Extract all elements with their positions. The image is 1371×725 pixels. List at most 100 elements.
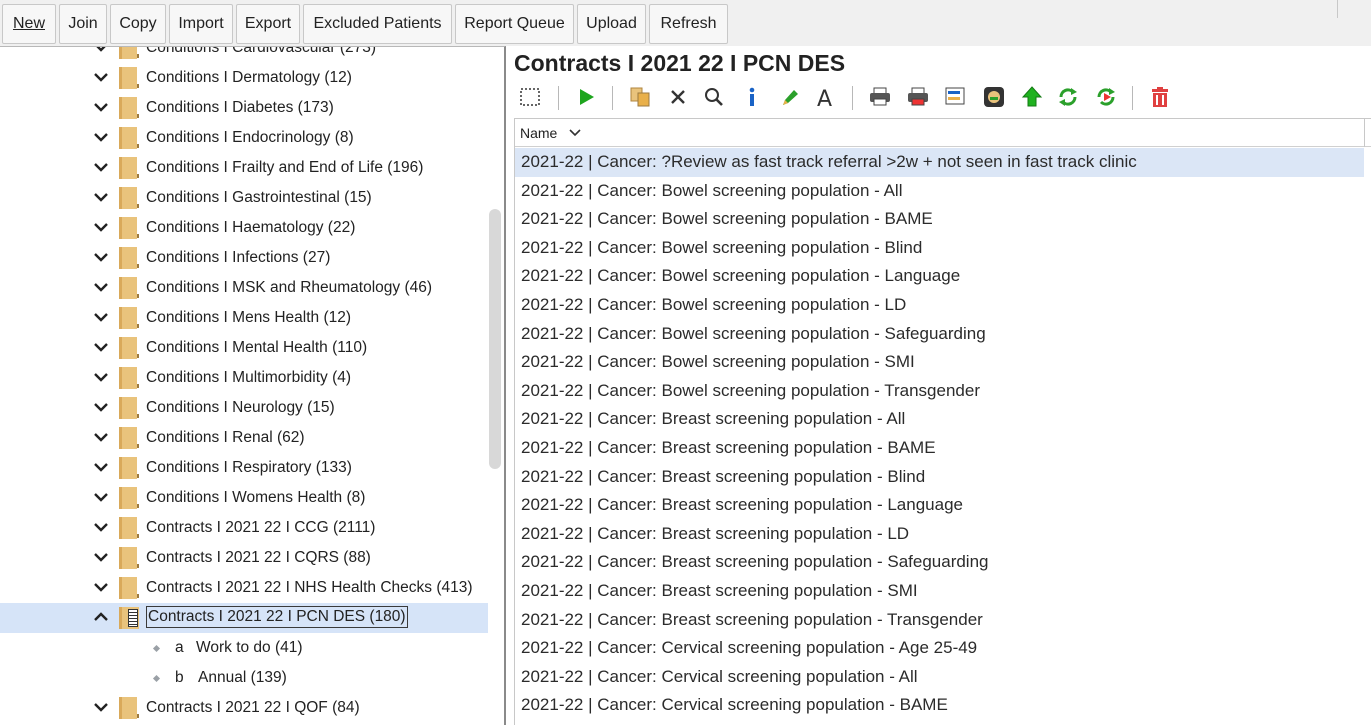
table-row[interactable]: 2021-22 | Cancer: Bowel screening popula… xyxy=(515,291,1364,320)
table-row[interactable]: 2021-22 | Cancer: Breast screening popul… xyxy=(515,548,1364,577)
table-row[interactable]: 2021-22 | Cancer: Bowel screening popula… xyxy=(515,320,1364,349)
chevron-down-icon[interactable] xyxy=(92,308,110,326)
trash-icon[interactable] xyxy=(1148,85,1172,109)
chevron-down-icon[interactable] xyxy=(92,278,110,296)
chevron-up-icon[interactable] xyxy=(92,608,110,626)
font-icon[interactable]: A xyxy=(814,85,838,109)
excluded-patients-button[interactable]: Excluded Patients xyxy=(303,4,452,44)
join-button[interactable]: Join xyxy=(59,4,107,44)
tree-item[interactable]: Conditions I Mental Health (110) xyxy=(0,333,488,363)
chevron-down-icon[interactable] xyxy=(92,548,110,566)
report-queue-button[interactable]: Report Queue xyxy=(455,4,574,44)
chevron-down-icon[interactable] xyxy=(92,68,110,86)
delete-icon[interactable] xyxy=(666,85,690,109)
tree-item[interactable]: Contracts I 2021 22 I PCN DES (180) xyxy=(0,603,488,633)
table-row[interactable]: 2021-22 | Cancer: Cervical screening pop… xyxy=(515,720,1364,725)
table-row[interactable]: 2021-22 | Cancer: Bowel screening popula… xyxy=(515,205,1364,234)
tree-item[interactable]: Conditions I Renal (62) xyxy=(0,423,488,453)
table-row[interactable]: 2021-22 | Cancer: Breast screening popul… xyxy=(515,434,1364,463)
copy-button[interactable]: Copy xyxy=(110,4,166,44)
tree-item[interactable]: Contracts I 2021 22 I CCG (2111) xyxy=(0,513,488,543)
tree-item[interactable]: Conditions I Gastrointestinal (15) xyxy=(0,183,488,213)
refresh-run-icon[interactable] xyxy=(1094,85,1118,109)
tree-item[interactable]: Conditions I Mens Health (12) xyxy=(0,303,488,333)
tree-item[interactable]: Conditions I Multimorbidity (4) xyxy=(0,363,488,393)
import-button[interactable]: Import xyxy=(169,4,233,44)
chevron-down-icon[interactable] xyxy=(92,398,110,416)
info-icon[interactable] xyxy=(740,85,764,109)
chevron-down-icon[interactable] xyxy=(92,128,110,146)
print-icon[interactable] xyxy=(868,85,892,109)
tree-item[interactable]: Conditions I Respiratory (133) xyxy=(0,453,488,483)
chevron-down-icon[interactable] xyxy=(92,338,110,356)
edit-icon[interactable] xyxy=(778,85,802,109)
upload-button[interactable]: Upload xyxy=(577,4,646,44)
name-column-header[interactable]: Name xyxy=(520,125,557,141)
upload-icon[interactable] xyxy=(1020,85,1044,109)
table-row[interactable]: 2021-22 | Cancer: Bowel screening popula… xyxy=(515,262,1364,291)
table-row[interactable]: 2021-22 | Cancer: Breast screening popul… xyxy=(515,577,1364,606)
chevron-down-icon[interactable] xyxy=(92,46,110,56)
tree-item[interactable]: Conditions I Cardiovascular (273) xyxy=(0,46,488,63)
table-row[interactable]: 2021-22 | Cancer: Breast screening popul… xyxy=(515,463,1364,492)
chevron-down-icon[interactable] xyxy=(92,368,110,386)
tree-item[interactable]: Contracts I 2021 22 I CQRS (88) xyxy=(0,543,488,573)
folder-icon xyxy=(119,517,139,539)
table-row[interactable]: 2021-22 | Cancer: Breast screening popul… xyxy=(515,606,1364,635)
tree-item[interactable]: Contracts I 2021 22 I NHS Health Checks … xyxy=(0,573,488,603)
table-row[interactable]: 2021-22 | Cancer: Bowel screening popula… xyxy=(515,377,1364,406)
tree-item-label: Contracts I 2021 22 I PCN DES (180) xyxy=(146,606,408,628)
run-icon[interactable] xyxy=(574,85,598,109)
chevron-down-icon[interactable] xyxy=(92,428,110,446)
chevron-down-icon[interactable] xyxy=(92,188,110,206)
tree-item[interactable]: Conditions I Diabetes (173) xyxy=(0,93,488,123)
tree-item[interactable]: Conditions I Frailty and End of Life (19… xyxy=(0,153,488,183)
tree-scrollbar[interactable] xyxy=(489,209,501,469)
report-name: 2021-22 | Cancer: Bowel screening popula… xyxy=(521,323,986,343)
chevron-down-icon[interactable] xyxy=(92,158,110,176)
tree-item[interactable]: Conditions I Infections (27) xyxy=(0,243,488,273)
copy-report-icon[interactable] xyxy=(628,85,652,109)
tree-item-label: Conditions I Endocrinology (8) xyxy=(146,129,354,146)
select-icon[interactable] xyxy=(518,85,542,109)
table-row[interactable]: 2021-22 | Cancer: Cervical screening pop… xyxy=(515,691,1364,720)
table-row[interactable]: 2021-22 | Cancer: Breast screening popul… xyxy=(515,491,1364,520)
refresh-icon[interactable] xyxy=(1056,85,1080,109)
tree-subitem[interactable]: b Annual (139) xyxy=(0,663,488,693)
sort-chevron-icon[interactable] xyxy=(568,127,582,139)
chevron-down-icon[interactable] xyxy=(92,458,110,476)
tree-item[interactable]: Conditions I Neurology (15) xyxy=(0,393,488,423)
tree-item[interactable]: Contracts I 2021 22 I QOF (84) xyxy=(0,693,488,723)
table-row[interactable]: 2021-22 | Cancer: Breast screening popul… xyxy=(515,405,1364,434)
column-divider[interactable] xyxy=(1364,119,1365,147)
chevron-down-icon[interactable] xyxy=(92,98,110,116)
chevron-down-icon[interactable] xyxy=(92,488,110,506)
table-row[interactable]: 2021-22 | Cancer: Cervical screening pop… xyxy=(515,634,1364,663)
chevron-down-icon[interactable] xyxy=(92,248,110,266)
table-row[interactable]: 2021-22 | Cancer: Bowel screening popula… xyxy=(515,348,1364,377)
tree-item[interactable]: Conditions I MSK and Rheumatology (46) xyxy=(0,273,488,303)
export-icon[interactable] xyxy=(944,85,968,109)
tree-item[interactable]: Conditions I Womens Health (8) xyxy=(0,483,488,513)
print-color-icon[interactable] xyxy=(906,85,930,109)
tree-subitem[interactable]: a Work to do (41) xyxy=(0,633,488,663)
export-button[interactable]: Export xyxy=(236,4,300,44)
table-row[interactable]: 2021-22 | Cancer: Breast screening popul… xyxy=(515,520,1364,549)
table-row[interactable]: 2021-22 | Cancer: Bowel screening popula… xyxy=(515,177,1364,206)
chevron-down-icon[interactable] xyxy=(92,518,110,536)
table-row[interactable]: 2021-22 | Cancer: Cervical screening pop… xyxy=(515,663,1364,692)
tree-item[interactable]: Conditions I Endocrinology (8) xyxy=(0,123,488,153)
tree-item[interactable]: Conditions I Dermatology (12) xyxy=(0,63,488,93)
chevron-down-icon[interactable] xyxy=(92,578,110,596)
search-icon[interactable] xyxy=(702,85,726,109)
table-row[interactable]: 2021-22 | Cancer: ?Review as fast track … xyxy=(515,148,1364,177)
tree-item-label: Conditions I Respiratory (133) xyxy=(146,459,352,476)
chevron-down-icon[interactable] xyxy=(92,218,110,236)
tree-item[interactable]: Conditions I Haematology (22) xyxy=(0,213,488,243)
report-tree[interactable]: Conditions I Cardiovascular (273) Conditi… xyxy=(0,46,506,725)
chevron-down-icon[interactable] xyxy=(92,698,110,716)
new-button[interactable]: New xyxy=(2,4,56,44)
database-icon[interactable] xyxy=(982,85,1006,109)
table-row[interactable]: 2021-22 | Cancer: Bowel screening popula… xyxy=(515,234,1364,263)
refresh-button[interactable]: Refresh xyxy=(649,4,728,44)
